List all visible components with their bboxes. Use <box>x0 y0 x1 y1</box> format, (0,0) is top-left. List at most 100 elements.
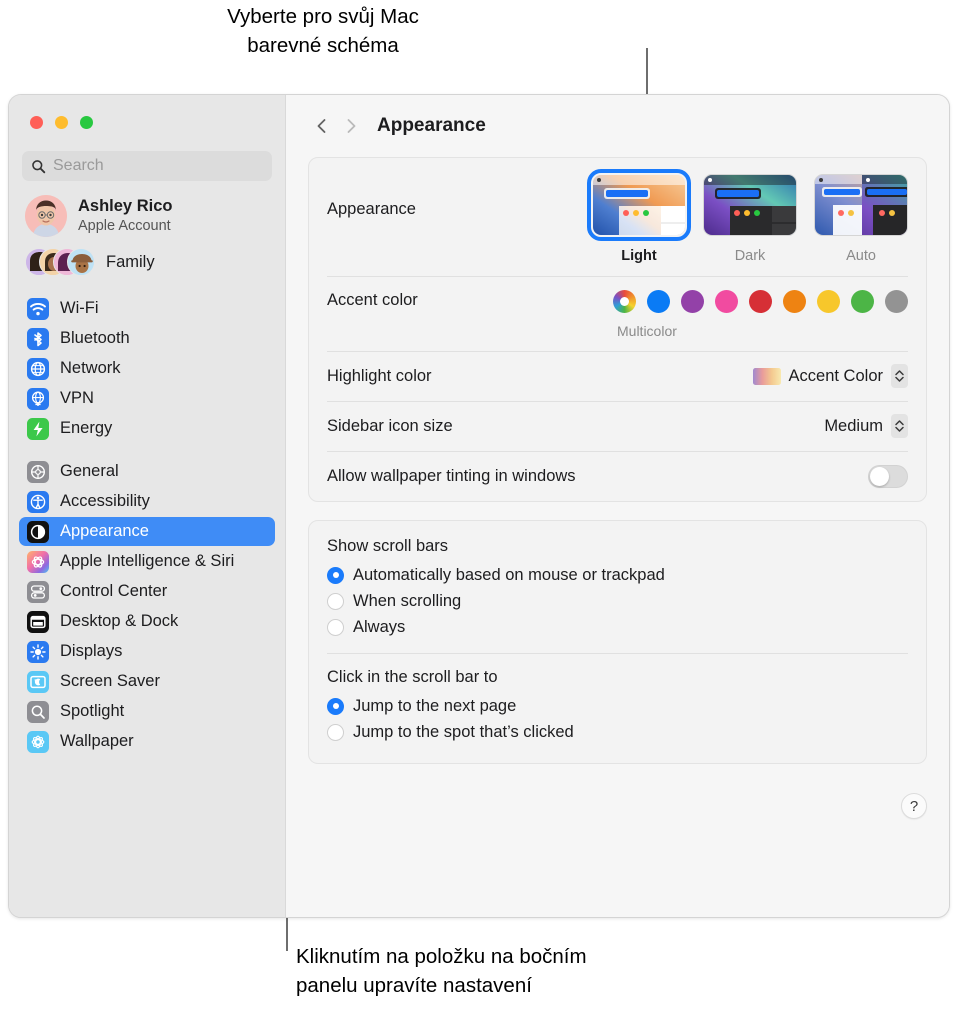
brightness-icon <box>27 640 49 663</box>
radio-row-next-page[interactable]: Jump to the next page <box>327 693 908 719</box>
sidebar-item-label: Wi-Fi <box>60 299 99 317</box>
sidebar-item-label: Apple Intelligence & Siri <box>60 552 235 570</box>
scroll-bars-card: Show scroll bars Automatically based on … <box>308 520 927 764</box>
wifi-icon <box>27 297 49 320</box>
family-avatars <box>25 246 97 278</box>
appearance-option-dark[interactable]: Dark <box>703 174 797 264</box>
window-traffic-lights <box>19 95 275 129</box>
sidebar: Search Ashley Rico Apple Account Family … <box>9 95 286 917</box>
appearance-option-label: Light <box>621 248 657 264</box>
appearance-settings-card: Appearance Light Dark Auto Accent color … <box>308 157 927 502</box>
sidebar-item-label: Control Center <box>60 582 168 600</box>
click-scroll-bar-title: Click in the scroll bar to <box>327 668 498 686</box>
sidebar-item-label: Network <box>60 359 121 377</box>
account-row[interactable]: Ashley Rico Apple Account <box>19 181 275 237</box>
family-row[interactable]: Family <box>19 237 275 278</box>
divider <box>327 653 908 654</box>
gear-icon <box>27 460 49 483</box>
help-button[interactable]: ? <box>901 793 927 819</box>
appearance-option-light[interactable]: Light <box>587 169 691 264</box>
accent-swatch-red[interactable] <box>749 290 772 313</box>
accent-swatch-orange[interactable] <box>783 290 806 313</box>
radio-row-always[interactable]: Always <box>327 614 908 640</box>
accent-swatch-pink[interactable] <box>715 290 738 313</box>
sidebar-group-system: General Accessibility Appearance Apple I… <box>19 457 275 756</box>
accessibility-icon <box>27 490 49 513</box>
sidebar-item-wi-fi[interactable]: Wi-Fi <box>19 294 275 323</box>
radio-row-spot-clicked[interactable]: Jump to the spot that’s clicked <box>327 719 908 745</box>
sidebar-item-general[interactable]: General <box>19 457 275 486</box>
sidebar-group-network: Wi-Fi Bluetooth Network VPN Energy <box>19 294 275 443</box>
auto-thumbnail <box>814 174 908 236</box>
bluetooth-icon <box>27 327 49 350</box>
radio-row-when-scrolling[interactable]: When scrolling <box>327 588 908 614</box>
radio-button[interactable] <box>327 566 344 584</box>
wallpaper-tinting-toggle[interactable] <box>868 464 908 488</box>
sidebar-item-label: Appearance <box>60 522 149 540</box>
radio-button[interactable] <box>327 618 344 636</box>
sidebar-item-spotlight[interactable]: Spotlight <box>19 697 275 726</box>
wallpaper-tinting-label: Allow wallpaper tinting in windows <box>327 466 576 485</box>
page-title: Appearance <box>377 115 486 136</box>
radio-button[interactable] <box>327 697 344 715</box>
callout-top-text: Vyberte pro svůj Mac barevné schéma <box>227 5 419 57</box>
account-name: Ashley Rico <box>78 197 173 216</box>
sidebar-item-apple-intelligence-siri[interactable]: Apple Intelligence & Siri <box>19 547 275 576</box>
radio-button[interactable] <box>327 723 344 741</box>
accent-swatch-graphite[interactable] <box>885 290 908 313</box>
screen-saver-icon <box>27 670 49 693</box>
sidebar-item-screen-saver[interactable]: Screen Saver <box>19 667 275 696</box>
avatar <box>25 195 67 237</box>
appearance-row-label: Appearance <box>327 200 416 218</box>
radio-button[interactable] <box>327 592 344 610</box>
highlight-color-row: Highlight color Accent Color <box>327 351 908 401</box>
chevron-updown-icon <box>891 414 908 438</box>
search-placeholder: Search <box>53 157 104 174</box>
accent-color-swatches <box>613 290 908 313</box>
close-button[interactable] <box>30 116 43 129</box>
toggle-knob <box>870 466 889 486</box>
sidebar-item-vpn[interactable]: VPN <box>19 384 275 413</box>
sidebar-item-displays[interactable]: Displays <box>19 637 275 666</box>
accent-swatch-blue[interactable] <box>647 290 670 313</box>
appearance-option-auto[interactable]: Auto <box>814 174 908 264</box>
highlight-row-label: Highlight color <box>327 366 432 385</box>
sidebar-item-label: Desktop & Dock <box>60 612 179 630</box>
sidebar-item-energy[interactable]: Energy <box>19 414 275 443</box>
dark-thumbnail <box>703 174 797 236</box>
accent-swatch-multicolor[interactable] <box>613 290 636 313</box>
account-subtitle: Apple Account <box>78 217 171 234</box>
accent-swatch-green[interactable] <box>851 290 874 313</box>
sidebar-item-label: Energy <box>60 419 113 437</box>
radio-label: Always <box>353 617 406 636</box>
sidebar-item-label: Displays <box>60 642 123 660</box>
sidebar-item-label: Screen Saver <box>60 672 160 690</box>
search-input[interactable]: Search <box>22 151 272 181</box>
globe-icon <box>27 357 49 380</box>
sidebar-item-label: VPN <box>60 389 94 407</box>
appearance-mode-options: Light Dark Auto <box>587 169 908 264</box>
back-chevron-icon[interactable] <box>311 115 333 137</box>
sidebar-icon-size-dropdown[interactable]: Medium <box>824 414 908 438</box>
accent-swatch-purple[interactable] <box>681 290 704 313</box>
highlight-color-dropdown[interactable]: Accent Color <box>752 364 908 388</box>
sidebar-icon-size-row: Sidebar icon size Medium <box>327 401 908 451</box>
sidebar-item-network[interactable]: Network <box>19 354 275 383</box>
sidebar-item-control-center[interactable]: Control Center <box>19 577 275 606</box>
bolt-icon <box>27 417 49 440</box>
sidebar-item-appearance[interactable]: Appearance <box>19 517 275 546</box>
toolbar: Appearance <box>308 95 927 157</box>
sidebar-item-accessibility[interactable]: Accessibility <box>19 487 275 516</box>
sidebar-item-desktop-dock[interactable]: Desktop & Dock <box>19 607 275 636</box>
sidebar-item-label: Spotlight <box>60 702 125 720</box>
radio-row-automatically[interactable]: Automatically based on mouse or trackpad <box>327 562 908 588</box>
minimize-button[interactable] <box>55 116 68 129</box>
vpn-globe-icon <box>27 387 49 410</box>
sidebar-item-bluetooth[interactable]: Bluetooth <box>19 324 275 353</box>
accent-swatch-yellow[interactable] <box>817 290 840 313</box>
zoom-button[interactable] <box>80 116 93 129</box>
forward-chevron-icon[interactable] <box>340 115 362 137</box>
sidebar-item-wallpaper[interactable]: Wallpaper <box>19 727 275 756</box>
accent-color-caption: Multicolor <box>617 323 677 339</box>
radio-label: Jump to the next page <box>353 696 517 715</box>
